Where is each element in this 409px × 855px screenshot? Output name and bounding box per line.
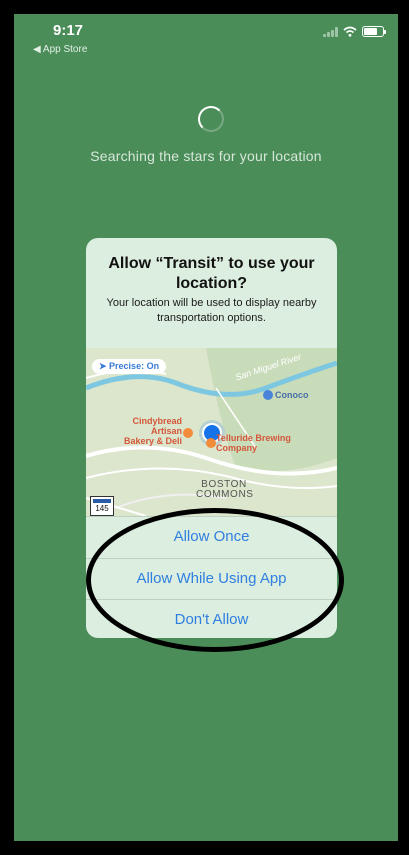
location-permission-dialog: Allow “Transit” to use your location? Yo… xyxy=(86,238,337,638)
cellular-signal-icon xyxy=(323,26,338,37)
precise-location-badge[interactable]: ➤ Precise: On xyxy=(92,359,167,374)
device-frame: 9:17 ◀ App Store Searching the stars for… xyxy=(0,0,409,855)
gas-station-icon xyxy=(263,390,273,400)
bakery-icon xyxy=(183,428,193,438)
battery-icon xyxy=(362,26,386,37)
dialog-title: Allow “Transit” to use your location? xyxy=(108,255,315,292)
map-label-conoco: Conoco xyxy=(275,390,309,400)
status-icons xyxy=(323,26,386,37)
searching-message: Searching the stars for your location xyxy=(90,148,322,164)
app-screen: 9:17 ◀ App Store Searching the stars for… xyxy=(14,14,398,841)
location-map: ➤ Precise: On Conoco San Miguel River Ci… xyxy=(86,348,337,516)
route-shield-icon: 145 xyxy=(90,496,114,516)
map-label-cindybread: Cindybread Artisan Bakery & Deli xyxy=(123,416,182,446)
back-to-app-store-link[interactable]: ◀ App Store xyxy=(33,44,87,55)
brewery-icon xyxy=(206,438,216,448)
dialog-message: Your location will be used to display ne… xyxy=(106,297,317,324)
map-label-boston-commons: BOSTON COMMONS xyxy=(196,479,254,500)
status-time: 9:17 xyxy=(53,22,84,39)
allow-once-button[interactable]: Allow Once xyxy=(86,516,337,557)
wifi-icon xyxy=(343,26,357,37)
allow-while-using-app-button[interactable]: Allow While Using App xyxy=(86,558,337,599)
loading-spinner-icon xyxy=(198,106,224,132)
dont-allow-button[interactable]: Don't Allow xyxy=(86,599,337,638)
map-label-telluride: Telluride Brewing Company xyxy=(216,433,291,453)
